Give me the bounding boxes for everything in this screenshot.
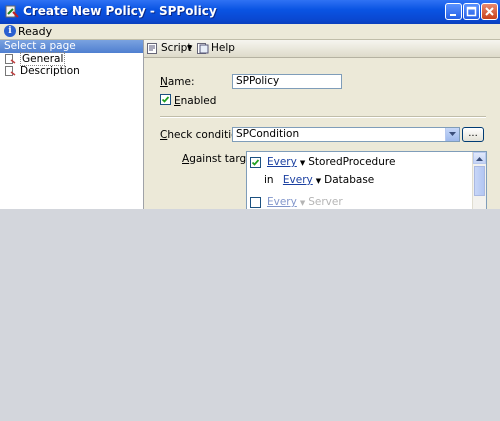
close-icon — [485, 7, 494, 16]
enabled-checkbox[interactable] — [160, 94, 171, 105]
check-condition-value: SPCondition — [236, 128, 300, 140]
chevron-down-icon[interactable]: ▼ — [300, 159, 305, 167]
close-button[interactable] — [481, 3, 498, 20]
chevron-down-icon[interactable]: ▼ — [187, 42, 192, 55]
checkmark-icon — [161, 96, 170, 103]
chevron-up-icon — [476, 157, 483, 161]
targets-scrollbar[interactable] — [472, 152, 486, 209]
maximize-icon — [466, 6, 477, 17]
name-field[interactable]: SPPolicy — [232, 74, 342, 89]
enabled-label: Enabled — [174, 95, 217, 107]
name-label: Name: — [160, 76, 195, 88]
page-item-general[interactable]: General — [0, 52, 143, 66]
policy-app-icon — [5, 5, 19, 18]
maximize-button[interactable] — [463, 3, 480, 20]
target-prefix: in — [264, 174, 274, 186]
page-icon — [5, 66, 16, 76]
target-object: StoredProcedure — [308, 156, 396, 168]
target-checkbox[interactable] — [250, 197, 261, 208]
page-item-label: General — [20, 52, 66, 66]
title-bar[interactable]: Create New Policy - SPPolicy — [0, 0, 500, 24]
target-object: Database — [324, 174, 375, 186]
toolbar: Script ▼ Help — [144, 40, 500, 58]
chevron-down-icon — [449, 132, 456, 136]
page-icon — [5, 54, 16, 64]
status-strip: i Ready — [0, 24, 500, 40]
target-link[interactable]: Every — [267, 156, 297, 168]
info-icon: i — [4, 25, 16, 37]
script-icon — [147, 43, 157, 54]
check-condition-select[interactable]: SPCondition — [232, 127, 460, 142]
help-icon — [197, 43, 209, 54]
help-label: Help — [211, 42, 235, 54]
page-selector: Select a page General Description — [0, 40, 144, 209]
chevron-down-icon[interactable]: ▼ — [300, 199, 305, 207]
page-item-description[interactable]: Description — [0, 65, 143, 77]
window-title: Create New Policy - SPPolicy — [23, 4, 217, 18]
target-row-database: in Every ▼ Database — [264, 174, 374, 187]
section-divider — [160, 116, 486, 118]
combo-dropdown-arrow[interactable] — [445, 128, 459, 141]
page-item-label: Description — [20, 65, 80, 77]
chevron-down-icon[interactable]: ▼ — [316, 177, 321, 185]
target-link[interactable]: Every — [283, 174, 313, 186]
status-text: Ready — [18, 25, 53, 38]
target-checkbox[interactable] — [250, 157, 261, 168]
minimize-icon — [450, 14, 456, 16]
target-link[interactable]: Every — [267, 196, 297, 208]
script-button[interactable]: Script ▼ — [147, 42, 192, 55]
scroll-up-button[interactable] — [473, 152, 486, 164]
general-page: Name: SPPolicy Enabled Check condition: … — [144, 58, 500, 209]
targets-list[interactable]: Every ▼ StoredProcedure in Every ▼ Database … — [246, 151, 487, 209]
policy-dialog: Create New Policy - SPPolicy i Ready Sel… — [0, 0, 500, 209]
checkmark-icon — [251, 159, 260, 166]
help-button[interactable]: Help — [197, 42, 235, 55]
scroll-thumb[interactable] — [474, 166, 485, 196]
target-object: Server — [308, 196, 343, 208]
minimize-button[interactable] — [445, 3, 462, 20]
browse-condition-button[interactable]: ... — [462, 127, 484, 142]
